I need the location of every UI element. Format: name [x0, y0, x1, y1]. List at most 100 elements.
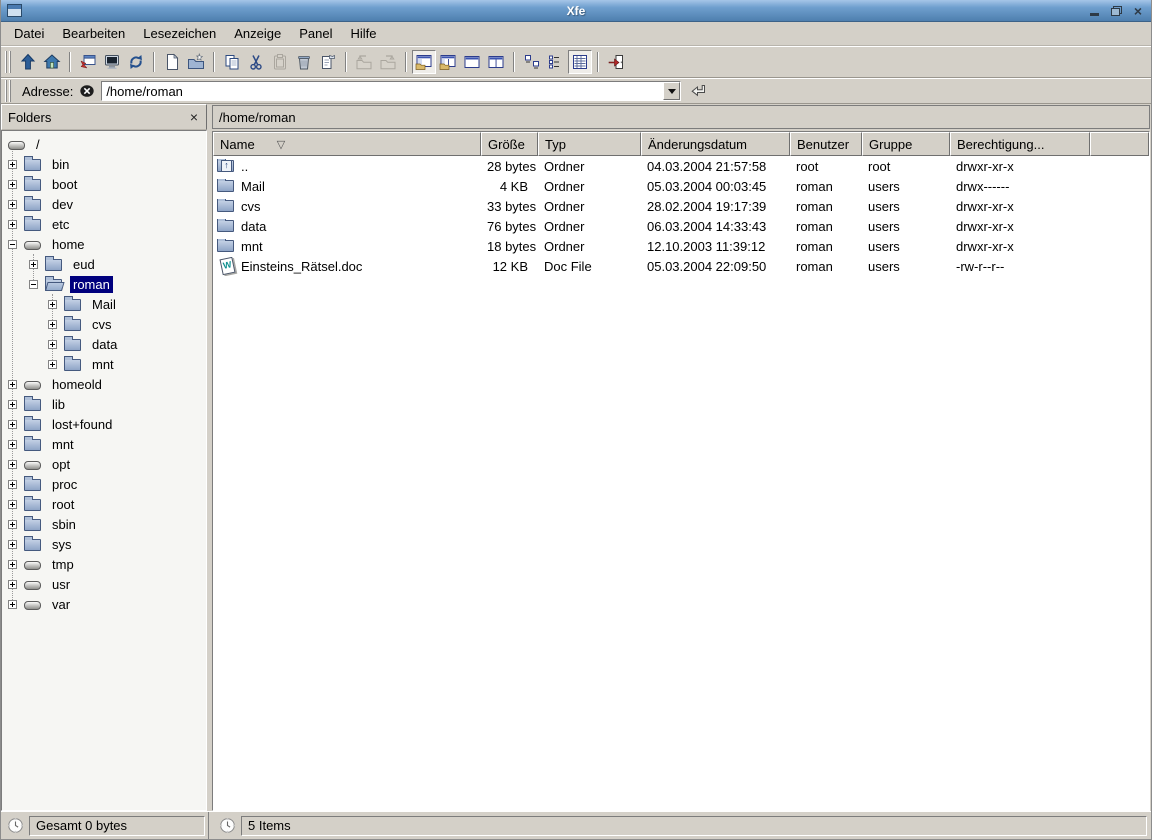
quit-button[interactable]: [604, 50, 628, 74]
cut-button[interactable]: [244, 50, 268, 74]
expander-icon[interactable]: [8, 460, 17, 469]
terminal-button[interactable]: [100, 50, 124, 74]
addressbar-grip[interactable]: [5, 80, 12, 102]
file-row[interactable]: Mail 4 KB Ordner 05.03.2004 00:03:45 rom…: [213, 176, 1149, 196]
expander-icon[interactable]: [8, 160, 17, 169]
expander-icon[interactable]: [8, 200, 17, 209]
expander-icon[interactable]: [48, 320, 57, 329]
expander-icon[interactable]: [8, 400, 17, 409]
copy-button[interactable]: [220, 50, 244, 74]
address-go-button[interactable]: [689, 82, 709, 100]
clear-address-button[interactable]: [79, 83, 95, 99]
expander-icon[interactable]: [8, 380, 17, 389]
tree-item[interactable]: var: [2, 594, 206, 614]
paste-button[interactable]: [268, 50, 292, 74]
one-panel-button[interactable]: [460, 50, 484, 74]
properties-button[interactable]: [316, 50, 340, 74]
column-header-size[interactable]: Größe: [481, 132, 538, 156]
expander-icon[interactable]: [8, 580, 17, 589]
expander-icon[interactable]: [8, 180, 17, 189]
file-row[interactable]: .. 28 bytes Ordner 04.03.2004 21:57:58 r…: [213, 156, 1149, 176]
menu-anzeige[interactable]: Anzeige: [225, 24, 290, 43]
big-icons-view-button[interactable]: [520, 50, 544, 74]
address-dropdown-button[interactable]: [663, 82, 680, 100]
tree-item[interactable]: data: [2, 334, 206, 354]
tree-item-selected[interactable]: roman: [2, 274, 206, 294]
tree-item[interactable]: eud: [2, 254, 206, 274]
tree-item[interactable]: dev: [2, 194, 206, 214]
expander-icon[interactable]: [8, 220, 17, 229]
expander-icon[interactable]: [8, 560, 17, 569]
tree-two-panels-button[interactable]: [436, 50, 460, 74]
file-row[interactable]: Einsteins_Rätsel.doc 12 KB Doc File 05.0…: [213, 256, 1149, 276]
tree-item[interactable]: usr: [2, 574, 206, 594]
tree-item[interactable]: lost+found: [2, 414, 206, 434]
tree-item[interactable]: cvs: [2, 314, 206, 334]
tree-item[interactable]: etc: [2, 214, 206, 234]
address-input[interactable]: [102, 82, 663, 100]
home-button[interactable]: [40, 50, 64, 74]
expander-icon[interactable]: [8, 480, 17, 489]
tree-item[interactable]: lib: [2, 394, 206, 414]
tree-item[interactable]: /: [2, 134, 206, 154]
new-file-button[interactable]: [160, 50, 184, 74]
tree-item[interactable]: Mail: [2, 294, 206, 314]
expander-icon[interactable]: [48, 300, 57, 309]
menu-lesezeichen[interactable]: Lesezeichen: [134, 24, 225, 43]
minimize-button[interactable]: [1087, 4, 1101, 18]
tree-item[interactable]: sbin: [2, 514, 206, 534]
menu-panel[interactable]: Panel: [290, 24, 341, 43]
run-program-button[interactable]: [76, 50, 100, 74]
column-header-date[interactable]: Änderungsdatum: [641, 132, 790, 156]
file-row[interactable]: cvs 33 bytes Ordner 28.02.2004 19:17:39 …: [213, 196, 1149, 216]
detail-view-button[interactable]: [568, 50, 592, 74]
new-folder-button[interactable]: [184, 50, 208, 74]
delete-button[interactable]: [292, 50, 316, 74]
menu-hilfe[interactable]: Hilfe: [341, 24, 385, 43]
tree-item-label: root: [49, 496, 77, 513]
refresh-button[interactable]: [124, 50, 148, 74]
column-header-type[interactable]: Typ: [538, 132, 641, 156]
tree-one-panel-button[interactable]: [412, 50, 436, 74]
expander-icon[interactable]: [48, 340, 57, 349]
column-header-name[interactable]: Name▽: [213, 132, 481, 156]
titlebar[interactable]: Xfe ×: [1, 0, 1151, 22]
expander-icon[interactable]: [8, 600, 17, 609]
tree-item[interactable]: bin: [2, 154, 206, 174]
two-panels-button[interactable]: [484, 50, 508, 74]
expander-icon[interactable]: [8, 440, 17, 449]
up-button[interactable]: [16, 50, 40, 74]
history-forward-button[interactable]: [376, 50, 400, 74]
tree-item[interactable]: root: [2, 494, 206, 514]
tree-item[interactable]: proc: [2, 474, 206, 494]
tree-item[interactable]: boot: [2, 174, 206, 194]
expander-icon[interactable]: [8, 240, 17, 249]
small-icons-view-button[interactable]: [544, 50, 568, 74]
toolbar-grip[interactable]: [5, 51, 12, 73]
expander-icon[interactable]: [48, 360, 57, 369]
expander-icon[interactable]: [8, 520, 17, 529]
file-row[interactable]: data 76 bytes Ordner 06.03.2004 14:33:43…: [213, 216, 1149, 236]
column-header-user[interactable]: Benutzer: [790, 132, 862, 156]
tree-item[interactable]: homeold: [2, 374, 206, 394]
tree-item[interactable]: mnt: [2, 434, 206, 454]
history-back-button[interactable]: [352, 50, 376, 74]
tree-item[interactable]: tmp: [2, 554, 206, 574]
tree-item[interactable]: opt: [2, 454, 206, 474]
close-button[interactable]: ×: [1131, 4, 1145, 18]
restore-button[interactable]: [1109, 4, 1123, 18]
tree-item[interactable]: home: [2, 234, 206, 254]
expander-icon[interactable]: [8, 540, 17, 549]
menu-bearbeiten[interactable]: Bearbeiten: [53, 24, 134, 43]
column-header-permissions[interactable]: Berechtigung...: [950, 132, 1090, 156]
tree-item[interactable]: sys: [2, 534, 206, 554]
file-row[interactable]: mnt 18 bytes Ordner 12.10.2003 11:39:12 …: [213, 236, 1149, 256]
column-header-group[interactable]: Gruppe: [862, 132, 950, 156]
menu-datei[interactable]: Datei: [5, 24, 53, 43]
expander-icon[interactable]: [8, 420, 17, 429]
expander-icon[interactable]: [29, 260, 38, 269]
tree-item[interactable]: mnt: [2, 354, 206, 374]
expander-icon[interactable]: [8, 500, 17, 509]
close-folders-panel-button[interactable]: ×: [188, 111, 200, 123]
expander-icon[interactable]: [29, 280, 38, 289]
